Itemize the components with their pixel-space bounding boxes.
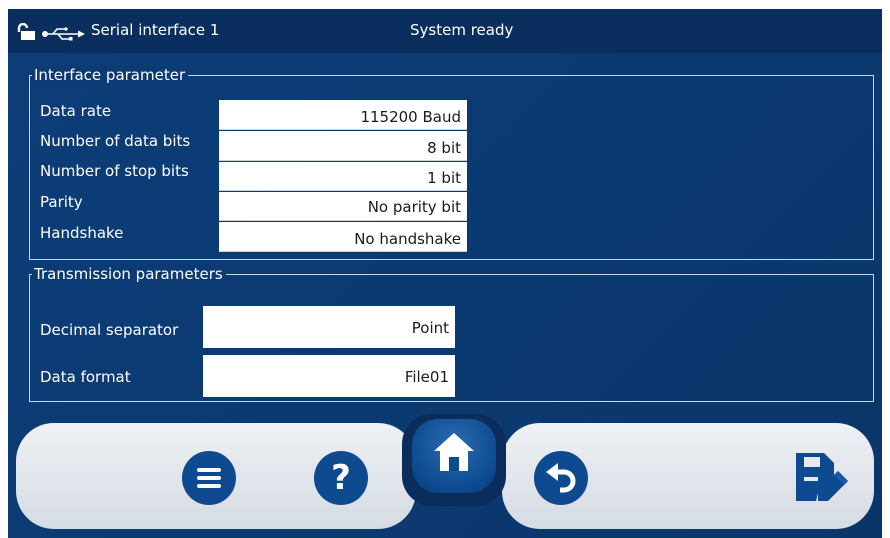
bottom-toolbar: ? xyxy=(8,405,882,538)
back-icon[interactable] xyxy=(534,451,588,505)
group-title: Interface parameter xyxy=(32,66,189,84)
interface-name: Serial interface 1 xyxy=(91,21,220,39)
interface-parameter-group: Interface parameter Data rate 115200 Bau… xyxy=(29,66,874,260)
usb-icon xyxy=(41,26,85,45)
decimal-separator-label: Decimal separator xyxy=(40,321,179,339)
decimal-separator-field[interactable]: Point xyxy=(203,306,455,348)
data-rate-field[interactable]: 115200 Baud xyxy=(219,100,467,130)
handshake-field[interactable]: No handshake xyxy=(219,222,467,252)
data-format-field[interactable]: File01 xyxy=(203,355,455,397)
parity-field[interactable]: No parity bit xyxy=(219,192,467,221)
save-edit-icon[interactable] xyxy=(790,445,854,509)
status-bar: Serial interface 1 System ready xyxy=(8,9,882,53)
system-status: System ready xyxy=(410,21,514,39)
stop-bits-label: Number of stop bits xyxy=(40,162,189,180)
svg-text:?: ? xyxy=(331,458,351,498)
menu-icon[interactable] xyxy=(182,451,236,505)
unlock-icon[interactable] xyxy=(16,22,36,45)
handshake-label: Handshake xyxy=(40,224,124,242)
home-button[interactable] xyxy=(412,419,496,493)
help-icon[interactable]: ? xyxy=(314,451,368,505)
data-bits-label: Number of data bits xyxy=(40,132,191,150)
data-format-label: Data format xyxy=(40,368,131,386)
stop-bits-field[interactable]: 1 bit xyxy=(219,162,467,191)
parity-label: Parity xyxy=(40,193,83,211)
group-title: Transmission parameters xyxy=(32,265,226,283)
screen: Serial interface 1 System ready Interfac… xyxy=(8,9,882,538)
data-bits-field[interactable]: 8 bit xyxy=(219,131,467,161)
home-icon xyxy=(412,433,496,497)
data-rate-label: Data rate xyxy=(40,102,112,120)
transmission-parameters-group: Transmission parameters Decimal separato… xyxy=(29,265,874,402)
